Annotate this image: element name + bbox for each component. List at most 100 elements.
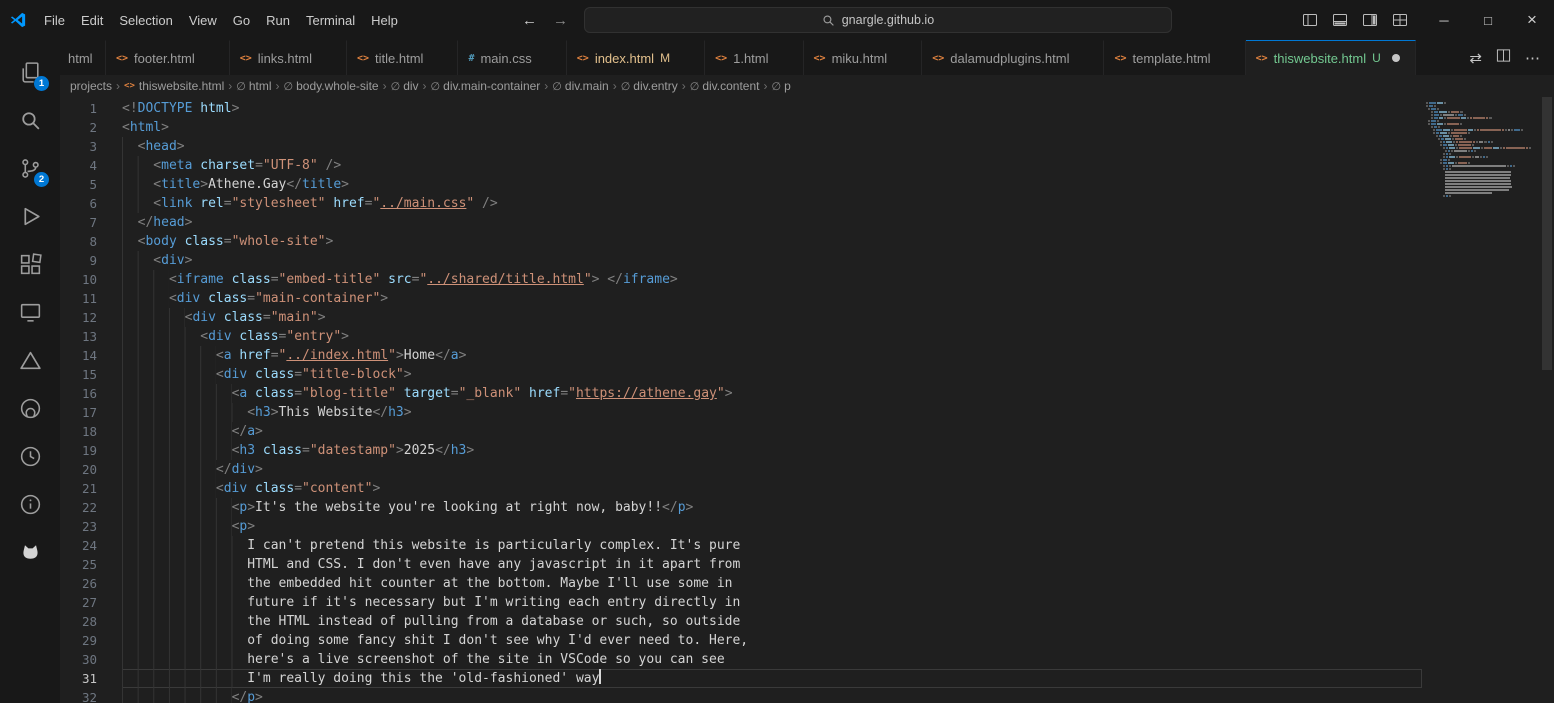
code-line-3[interactable]: 3<head>: [60, 137, 1422, 156]
tab-close-area[interactable]: [538, 49, 556, 67]
code-line-7[interactable]: 7</head>: [60, 213, 1422, 232]
toggle-secondary-sidebar-icon[interactable]: [1356, 7, 1384, 33]
tab-close-area[interactable]: [893, 49, 911, 67]
tab-template.html[interactable]: <>template.html: [1104, 40, 1245, 75]
code-line-32[interactable]: 32</p>: [60, 688, 1422, 703]
customize-layout-icon[interactable]: [1386, 7, 1414, 33]
toggle-primary-sidebar-icon[interactable]: [1296, 7, 1324, 33]
github-icon[interactable]: [6, 384, 54, 432]
breadcrumb-thiswebsite.html[interactable]: <>thiswebsite.html: [124, 79, 224, 93]
code-line-8[interactable]: 8<body class="whole-site">: [60, 232, 1422, 251]
code-line-18[interactable]: 18</a>: [60, 422, 1422, 441]
tab-footer.html[interactable]: <>footer.html: [106, 40, 230, 75]
toggle-panel-icon[interactable]: [1326, 7, 1354, 33]
menu-selection[interactable]: Selection: [111, 9, 180, 32]
code-line-13[interactable]: 13<div class="entry">: [60, 327, 1422, 346]
tab-index.html[interactable]: <>index.htmlM: [567, 40, 705, 75]
code-line-1[interactable]: 1<!DOCTYPE html>: [60, 99, 1422, 118]
editor[interactable]: 1<!DOCTYPE html>2<html>3<head>4<meta cha…: [60, 97, 1554, 703]
tab-close-area[interactable]: [775, 49, 793, 67]
explorer-icon[interactable]: 1: [6, 48, 54, 96]
history-icon[interactable]: [6, 432, 54, 480]
code-line-16[interactable]: 16<a class="blog-title" target="_blank" …: [60, 384, 1422, 403]
scrollbar-thumb[interactable]: [1542, 97, 1552, 370]
code-line-15[interactable]: 15<div class="title-block">: [60, 365, 1422, 384]
code-line-25[interactable]: 25HTML and CSS. I don't even have any ja…: [60, 555, 1422, 574]
source-control-icon[interactable]: 2: [6, 144, 54, 192]
menu-go[interactable]: Go: [225, 9, 258, 32]
breadcrumb-div.main[interactable]: ∅div.main: [552, 79, 608, 93]
info-icon[interactable]: [6, 480, 54, 528]
code-line-28[interactable]: 28the HTML instead of pulling from a dat…: [60, 612, 1422, 631]
code-line-5[interactable]: 5<title>Athene.Gay</title>: [60, 175, 1422, 194]
code-line-14[interactable]: 14<a href="../index.html">Home</a>: [60, 346, 1422, 365]
tab-thiswebsite.html[interactable]: <>thiswebsite.htmlU: [1246, 40, 1416, 75]
tab-close-area[interactable]: [429, 49, 447, 67]
code-line-29[interactable]: 29of doing some fancy shit I don't see w…: [60, 631, 1422, 650]
code-line-30[interactable]: 30here's a live screenshot of the site i…: [60, 650, 1422, 669]
breadcrumb-div.entry[interactable]: ∅div.entry: [621, 79, 678, 93]
open-changes-icon[interactable]: ⇄: [1469, 49, 1482, 67]
code-line-19[interactable]: 19<h3 class="datestamp">2025</h3>: [60, 441, 1422, 460]
tab-close-area[interactable]: [1075, 49, 1093, 67]
remote-explorer-icon[interactable]: [6, 288, 54, 336]
command-center-search[interactable]: gnargle.github.io: [584, 7, 1172, 33]
more-actions-icon[interactable]: ⋯: [1525, 49, 1540, 67]
breadcrumb-div.content[interactable]: ∅div.content: [690, 79, 760, 93]
copilot-icon[interactable]: [6, 528, 54, 576]
tab-close-area[interactable]: [676, 49, 694, 67]
breadcrumb-div[interactable]: ∅div: [391, 79, 419, 93]
code-line-2[interactable]: 2<html>: [60, 118, 1422, 137]
menu-edit[interactable]: Edit: [73, 9, 111, 32]
code-line-12[interactable]: 12<div class="main">: [60, 308, 1422, 327]
maximize-button[interactable]: □: [1466, 0, 1510, 40]
close-button[interactable]: ×: [1510, 0, 1554, 40]
vertical-scrollbar[interactable]: [1540, 97, 1554, 703]
menu-run[interactable]: Run: [258, 9, 298, 32]
tab-html[interactable]: html: [60, 40, 106, 75]
extensions-icon[interactable]: [6, 240, 54, 288]
code-line-17[interactable]: 17<h3>This Website</h3>: [60, 403, 1422, 422]
breadcrumb-projects[interactable]: projects: [70, 79, 112, 93]
code-line-9[interactable]: 9<div>: [60, 251, 1422, 270]
tab-links.html[interactable]: <>links.html: [230, 40, 347, 75]
search-icon[interactable]: [6, 96, 54, 144]
vscode-logo-icon[interactable]: [0, 11, 36, 29]
menu-file[interactable]: File: [36, 9, 73, 32]
breadcrumb-body.whole-site[interactable]: ∅body.whole-site: [284, 79, 379, 93]
tab-1.html[interactable]: <>1.html: [705, 40, 803, 75]
code-line-26[interactable]: 26the embedded hit counter at the bottom…: [60, 574, 1422, 593]
tab-main.css[interactable]: #main.css: [458, 40, 566, 75]
breadcrumb-div.main-container[interactable]: ∅div.main-container: [431, 79, 541, 93]
code-line-31[interactable]: 31I'm really doing this the 'old-fashion…: [60, 669, 1422, 688]
tab-close-area[interactable]: [201, 49, 219, 67]
triangle-extension-icon[interactable]: [6, 336, 54, 384]
code-line-6[interactable]: 6<link rel="stylesheet" href="../main.cs…: [60, 194, 1422, 213]
menu-view[interactable]: View: [181, 9, 225, 32]
code-line-11[interactable]: 11<div class="main-container">: [60, 289, 1422, 308]
tab-miku.html[interactable]: <>miku.html: [804, 40, 923, 75]
code-line-24[interactable]: 24I can't pretend this website is partic…: [60, 536, 1422, 555]
dirty-indicator[interactable]: [1387, 49, 1405, 67]
tab-title.html[interactable]: <>title.html: [347, 40, 458, 75]
tab-dalamudplugins.html[interactable]: <>dalamudplugins.html: [922, 40, 1104, 75]
code-line-22[interactable]: 22<p>It's the website you're looking at …: [60, 498, 1422, 517]
nav-forward-icon[interactable]: →: [553, 12, 568, 29]
split-editor-icon[interactable]: [1496, 48, 1511, 67]
code-line-20[interactable]: 20</div>: [60, 460, 1422, 479]
code-line-10[interactable]: 10<iframe class="embed-title" src="../sh…: [60, 270, 1422, 289]
tab-close-area[interactable]: [1217, 49, 1235, 67]
run-debug-icon[interactable]: [6, 192, 54, 240]
menu-terminal[interactable]: Terminal: [298, 9, 363, 32]
breadcrumb-html[interactable]: ∅html: [236, 79, 271, 93]
breadcrumb-p[interactable]: ∅p: [772, 79, 791, 93]
tab-close-area[interactable]: [318, 49, 336, 67]
minimize-button[interactable]: ─: [1422, 0, 1466, 40]
code-line-23[interactable]: 23<p>: [60, 517, 1422, 536]
code-line-21[interactable]: 21<div class="content">: [60, 479, 1422, 498]
menu-help[interactable]: Help: [363, 9, 406, 32]
code-line-4[interactable]: 4<meta charset="UTF-8" />: [60, 156, 1422, 175]
code-line-27[interactable]: 27future if it's necessary but I'm writi…: [60, 593, 1422, 612]
nav-back-icon[interactable]: ←: [522, 12, 537, 29]
minimap[interactable]: [1422, 97, 1540, 703]
